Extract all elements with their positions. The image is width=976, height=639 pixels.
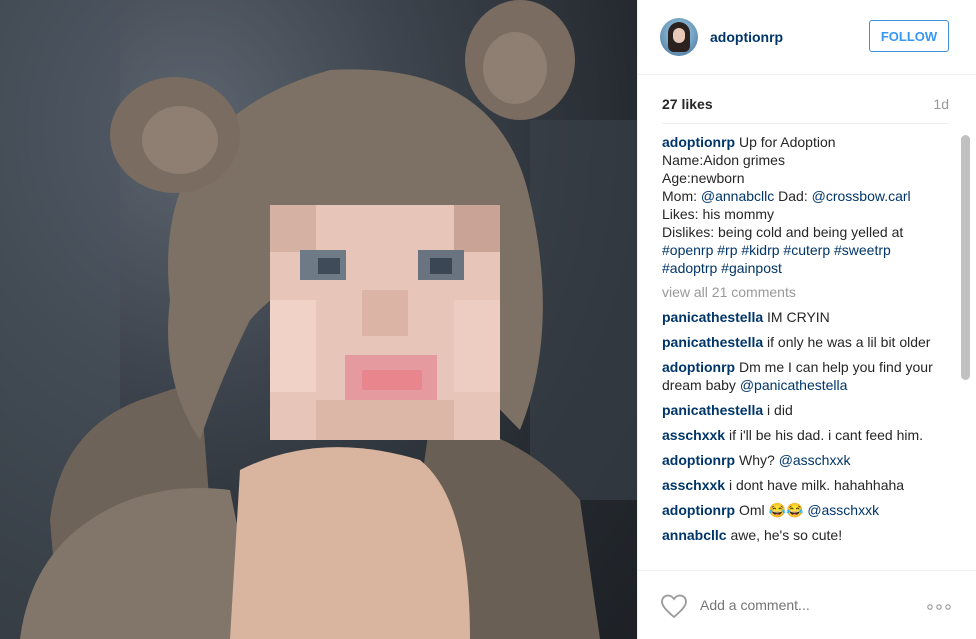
comment-text: IM CRYIN: [767, 309, 830, 325]
follow-button[interactable]: FOLLOW: [869, 20, 949, 52]
comments-list: adoptionrp Up for Adoption Name:Aidon gr…: [662, 133, 952, 573]
post-photo[interactable]: [0, 0, 637, 639]
comment-username[interactable]: panicathestella: [662, 309, 763, 325]
comment: adoptionrp Why? @asschxxk: [662, 451, 952, 469]
comment-username[interactable]: adoptionrp: [662, 359, 735, 375]
comment-username[interactable]: adoptionrp: [662, 502, 735, 518]
caption-line: Dislikes: being cold and being yelled at: [662, 224, 904, 240]
comment-text: Oml 😂😂: [739, 502, 804, 518]
comment-username[interactable]: panicathestella: [662, 402, 763, 418]
comment: asschxxk i dont have milk. hahahhaha: [662, 476, 952, 494]
comment: panicathestella i did: [662, 401, 952, 419]
comment: annabcllc awe, he's so cute!: [662, 526, 952, 544]
view-all-comments-link[interactable]: view all 21 comments: [662, 283, 952, 301]
post-sidebar: adoptionrp FOLLOW 27 likes 1d adoptionrp…: [637, 0, 976, 639]
mention-link[interactable]: @annabcllc: [701, 188, 774, 204]
baby-in-bear-hood-image: [0, 0, 637, 639]
comment-username[interactable]: annabcllc: [662, 527, 727, 543]
mention-link[interactable]: @crossbow.carl: [812, 188, 911, 204]
comment-text: awe, he's so cute!: [730, 527, 843, 543]
comment: adoptionrp Oml 😂😂 @asschxxk: [662, 501, 952, 519]
post-header: adoptionrp FOLLOW: [638, 0, 976, 75]
caption-dad-label: Dad:: [774, 188, 812, 204]
comment: panicathestella IM CRYIN: [662, 308, 952, 326]
comment: asschxxk if i'll be his dad. i cant feed…: [662, 426, 952, 444]
comment-composer: [638, 570, 976, 639]
more-options-icon[interactable]: [927, 604, 951, 610]
hashtags[interactable]: #adoptrp #gainpost: [662, 259, 952, 277]
caption-text: Up for Adoption: [739, 134, 836, 150]
divider: [662, 123, 949, 124]
comment-username[interactable]: asschxxk: [662, 477, 725, 493]
hashtags[interactable]: #openrp #rp #kidrp #cuterp #sweetrp: [662, 241, 952, 259]
comment-text: if only he was a lil bit older: [767, 334, 931, 350]
comment: adoptionrp Dm me I can help you find you…: [662, 358, 952, 394]
comment-text: Why?: [739, 452, 775, 468]
mention-link[interactable]: @asschxxk: [779, 452, 851, 468]
comment-username[interactable]: panicathestella: [662, 334, 763, 350]
caption: adoptionrp Up for Adoption Name:Aidon gr…: [662, 133, 952, 277]
caption-line: Age:newborn: [662, 170, 745, 186]
comment-username[interactable]: asschxxk: [662, 427, 725, 443]
comment-text: i dont have milk. hahahhaha: [728, 477, 905, 493]
caption-username[interactable]: adoptionrp: [662, 134, 735, 150]
comment-text: if i'll be his dad. i cant feed him.: [728, 427, 924, 443]
likes-row: 27 likes 1d: [662, 96, 949, 114]
avatar[interactable]: [660, 18, 698, 56]
caption-line: Name:Aidon grimes: [662, 152, 785, 168]
mention-link[interactable]: @panicathestella: [740, 377, 848, 393]
heart-icon[interactable]: [660, 593, 688, 619]
comment: panicathestella if only he was a lil bit…: [662, 333, 952, 351]
comments-scrollbar[interactable]: [961, 135, 970, 380]
mention-link[interactable]: @asschxxk: [807, 502, 879, 518]
likes-count[interactable]: 27 likes: [662, 96, 713, 112]
comment-text: i did: [767, 402, 793, 418]
comment-username[interactable]: adoptionrp: [662, 452, 735, 468]
post-time[interactable]: 1d: [933, 96, 949, 112]
add-comment-input[interactable]: [700, 595, 900, 615]
caption-mom-label: Mom:: [662, 188, 701, 204]
caption-line: Likes: his mommy: [662, 206, 775, 222]
author-username[interactable]: adoptionrp: [710, 29, 783, 45]
